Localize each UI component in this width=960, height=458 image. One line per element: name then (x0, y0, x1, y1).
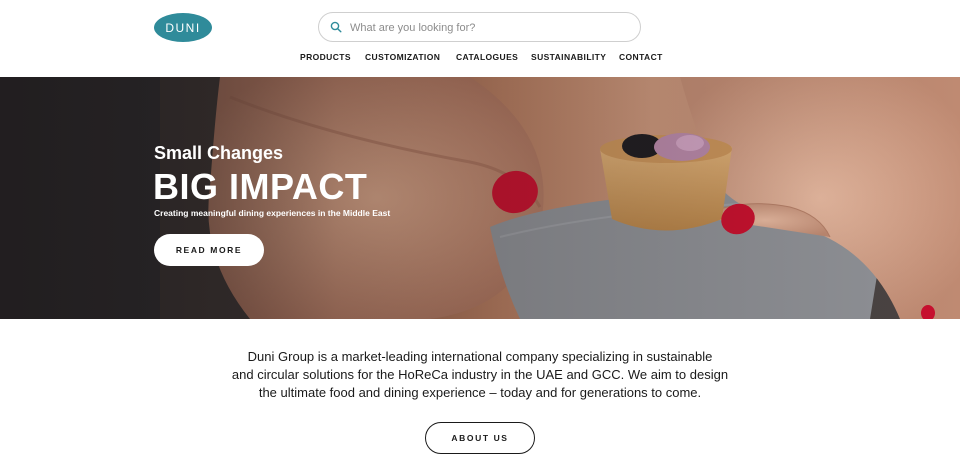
search-input[interactable] (348, 17, 632, 39)
nav-item-contact[interactable]: CONTACT (619, 52, 663, 62)
nav-item-sustainability[interactable]: SUSTAINABILITY (531, 52, 606, 62)
hero-image (0, 77, 960, 319)
logo-text: DUNI (165, 20, 201, 35)
nav-item-products[interactable]: PRODUCTS (300, 52, 351, 62)
nav-item-catalogues[interactable]: CATALOGUES (456, 52, 518, 62)
about-us-button[interactable]: ABOUT US (425, 422, 535, 454)
nav-item-customization[interactable]: CUSTOMIZATION (365, 52, 440, 62)
site-header: DUNI PRODUCTS CUSTOMIZATION CATALOGUES S… (0, 0, 960, 77)
search-icon (330, 21, 342, 33)
search-bar[interactable] (318, 12, 641, 42)
read-more-button[interactable]: READ MORE (154, 234, 264, 266)
intro-line: Duni Group is a market-leading internati… (247, 349, 713, 364)
intro-line: the ultimate food and dining experience … (258, 385, 702, 400)
hero-banner: Small Changes BIG IMPACT Creating meanin… (0, 77, 960, 319)
main-nav: PRODUCTS CUSTOMIZATION CATALOGUES SUSTAI… (0, 52, 960, 66)
intro-text: Duni Group is a market-leading internati… (200, 348, 760, 402)
hero-title: BIG IMPACT (153, 166, 368, 207)
intro-line: and circular solutions for the HoReCa in… (231, 367, 729, 382)
duni-logo[interactable]: DUNI (154, 13, 212, 42)
hero-subtitle: Creating meaningful dining experiences i… (154, 208, 391, 218)
hero-kicker: Small Changes (154, 143, 284, 163)
